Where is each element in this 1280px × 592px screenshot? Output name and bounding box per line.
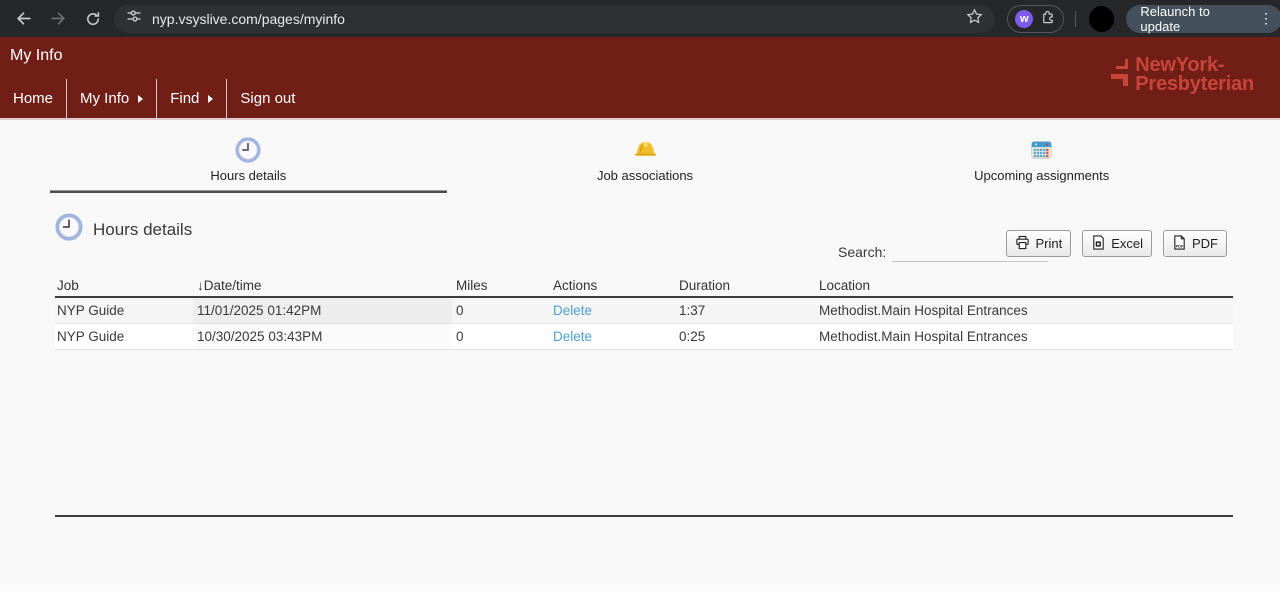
delete-link[interactable]: Delete xyxy=(553,303,592,318)
nav-item-home[interactable]: Home xyxy=(0,79,66,118)
search-label: Search: xyxy=(838,244,887,260)
nav-item-sign-out[interactable]: Sign out xyxy=(226,79,308,118)
svg-text:PDF: PDF xyxy=(1176,243,1184,248)
pdf-button[interactable]: PDF PDF xyxy=(1163,230,1227,257)
column-header-location[interactable]: Location xyxy=(815,278,1233,293)
tab-upcoming-assignments[interactable]: Upcoming assignments xyxy=(843,136,1240,193)
cell-duration: 0:25 xyxy=(679,329,706,344)
submenu-arrow-icon xyxy=(208,94,214,103)
cell-duration: 1:37 xyxy=(679,303,706,318)
cell-datetime: 10/30/2025 03:43PM xyxy=(193,324,452,349)
clock-icon xyxy=(235,136,261,163)
excel-icon xyxy=(1091,234,1106,253)
nav-item-my-info[interactable]: My Info xyxy=(66,79,156,118)
toolbar-divider xyxy=(1075,10,1077,27)
table-header-row: Job ↓Date/time Miles Actions Duration Lo… xyxy=(55,278,1233,298)
main-nav: Home My Info Find Sign out xyxy=(0,79,308,118)
export-buttons: Print Excel PDF PDF xyxy=(1006,230,1227,257)
address-bar[interactable]: nyp.vsyslive.com/pages/myinfo xyxy=(114,4,996,33)
excel-button[interactable]: Excel xyxy=(1082,230,1152,257)
calendar-icon xyxy=(1029,136,1054,163)
cell-miles: 0 xyxy=(456,329,464,344)
cell-datetime: 11/01/2025 01:42PM xyxy=(193,298,452,323)
pdf-icon: PDF xyxy=(1172,234,1187,253)
browser-toolbar: nyp.vsyslive.com/pages/myinfo w Relaunch… xyxy=(0,0,1280,37)
delete-link[interactable]: Delete xyxy=(553,329,592,344)
cell-job: NYP Guide xyxy=(57,303,125,318)
column-header-miles[interactable]: Miles xyxy=(452,278,549,293)
cell-location: Methodist.Main Hospital Entrances xyxy=(819,329,1028,344)
extensions-group: w xyxy=(1007,4,1065,33)
column-header-duration[interactable]: Duration xyxy=(675,278,815,293)
sort-descending-icon: ↓ xyxy=(197,278,204,293)
section-title: Hours details xyxy=(93,219,193,239)
printer-icon xyxy=(1015,235,1030,253)
url-text[interactable]: nyp.vsyslive.com/pages/myinfo xyxy=(152,11,966,27)
relaunch-button[interactable]: Relaunch to update ⋮ xyxy=(1126,3,1280,34)
relaunch-label: Relaunch to update xyxy=(1140,3,1210,34)
extension-avatar-icon[interactable]: w xyxy=(1015,9,1034,28)
browser-nav-buttons xyxy=(10,6,106,32)
cell-location: Methodist.Main Hospital Entrances xyxy=(819,303,1028,318)
print-button[interactable]: Print xyxy=(1006,230,1072,257)
section-header: Hours details xyxy=(55,213,192,246)
forward-icon[interactable] xyxy=(45,6,71,32)
tab-label: Upcoming assignments xyxy=(974,168,1110,183)
column-header-datetime[interactable]: ↓Date/time xyxy=(193,278,452,293)
bookmark-star-icon[interactable] xyxy=(966,7,983,30)
hours-table: Job ↓Date/time Miles Actions Duration Lo… xyxy=(55,278,1233,517)
table-row: NYP Guide 11/01/2025 01:42PM 0 Delete 1:… xyxy=(55,298,1233,324)
back-icon[interactable] xyxy=(10,6,36,32)
cell-miles: 0 xyxy=(456,303,464,318)
hardhat-icon xyxy=(633,136,658,163)
tab-label: Hours details xyxy=(210,168,287,183)
reload-icon[interactable] xyxy=(80,6,106,32)
tab-label: Job associations xyxy=(596,168,694,183)
cell-actions: Delete xyxy=(549,324,675,349)
site-header: My Info NewYork- Presbyterian Home My In… xyxy=(0,37,1280,120)
extensions-puzzle-icon[interactable] xyxy=(1040,8,1056,29)
page-bottom-strip xyxy=(0,584,1280,592)
submenu-arrow-icon xyxy=(138,94,144,103)
cell-job: NYP Guide xyxy=(57,329,125,344)
column-header-actions[interactable]: Actions xyxy=(549,278,675,293)
logo-bracket-icon xyxy=(1111,59,1129,86)
cell-actions: Delete xyxy=(549,298,675,323)
nyp-logo: NewYork- Presbyterian xyxy=(1111,54,1254,95)
tab-bar: Hours details Job associations Upcoming … xyxy=(50,136,1240,193)
tab-hours-details[interactable]: Hours details xyxy=(50,136,447,193)
logo-text: NewYork- Presbyterian xyxy=(1135,54,1254,95)
site-settings-icon[interactable] xyxy=(126,8,142,29)
clock-icon xyxy=(55,213,83,246)
tab-job-associations[interactable]: Job associations xyxy=(447,136,844,193)
table-row: NYP Guide 10/30/2025 03:43PM 0 Delete 0:… xyxy=(55,324,1233,350)
profile-avatar[interactable] xyxy=(1089,5,1115,32)
chrome-menu-icon[interactable]: ⋮ xyxy=(1259,10,1273,27)
page-title: My Info xyxy=(10,47,63,64)
nav-item-find[interactable]: Find xyxy=(156,79,226,118)
column-header-job[interactable]: Job xyxy=(55,278,193,293)
